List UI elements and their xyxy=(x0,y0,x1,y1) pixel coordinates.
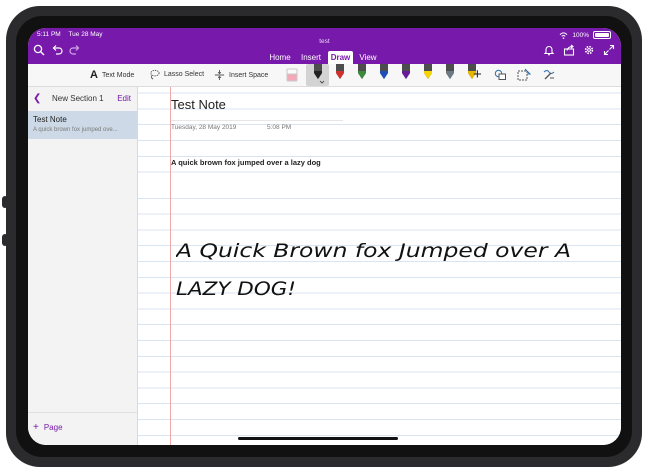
page-item-snippet: A quick brown fox jumped ove... xyxy=(33,127,118,133)
pen-blue-icon[interactable] xyxy=(377,64,391,84)
lasso-icon xyxy=(150,69,160,80)
text-mode-button[interactable]: A Text Mode xyxy=(90,69,134,81)
side-button xyxy=(2,196,8,208)
status-date: Tue 28 May xyxy=(68,31,103,38)
pen-red-icon[interactable] xyxy=(333,64,347,84)
insert-space-icon xyxy=(214,69,225,81)
add-page-label: Page xyxy=(43,423,63,432)
pen-purple-icon[interactable] xyxy=(399,64,413,84)
handwriting-line-2: LAZY DOG! xyxy=(176,278,296,300)
note-date: Tuesday, 28 May 2019 xyxy=(171,124,237,131)
eraser-icon[interactable] xyxy=(286,68,298,82)
page-list-item[interactable]: Test Note A quick brown fox jumped ove..… xyxy=(28,111,137,139)
home-indicator xyxy=(238,437,398,440)
pen-green-icon[interactable] xyxy=(355,64,369,84)
shapes-icon[interactable] xyxy=(494,69,507,81)
ink-to-shape-icon[interactable] xyxy=(517,68,531,82)
redo-icon[interactable] xyxy=(69,44,81,56)
side-button xyxy=(2,234,8,246)
note-time: 5:08 PM xyxy=(267,124,292,131)
status-time: 5:11 PM xyxy=(37,31,61,38)
sidebar-header: ❮ New Section 1 Edit xyxy=(28,87,137,111)
pages-sidebar: ❮ New Section 1 Edit Test Note A quick b… xyxy=(28,87,138,445)
status-bar-left: 5:11 PM Tue 28 May xyxy=(37,31,109,38)
ribbon-header: 5:11 PM Tue 28 May 100% test Home Insert… xyxy=(28,28,621,64)
tab-draw[interactable]: Draw xyxy=(328,51,353,64)
handwriting-ink[interactable]: A Quick Brown fox Jumped over A LAZY DOG… xyxy=(176,235,596,315)
pen-black-selected-icon[interactable] xyxy=(311,64,325,84)
note-canvas[interactable]: Test Note Tuesday, 28 May 2019 5:08 PM A… xyxy=(138,87,621,445)
text-mode-label: Text Mode xyxy=(101,71,135,79)
back-chevron-icon[interactable]: ❮ xyxy=(33,93,41,104)
ink-to-text-icon[interactable] xyxy=(542,68,556,81)
plus-icon: + xyxy=(33,422,39,433)
bell-icon[interactable] xyxy=(543,44,555,56)
section-name: New Section 1 xyxy=(52,94,104,103)
tab-insert[interactable]: Insert xyxy=(297,51,325,64)
draw-toolbar: A Text Mode Lasso Select Insert Space + xyxy=(28,64,621,87)
note-title[interactable]: Test Note xyxy=(171,97,226,112)
typed-text[interactable]: A quick brown fox jumped over a lazy dog xyxy=(171,158,321,167)
lasso-select-label: Lasso Select xyxy=(164,71,205,78)
share-icon[interactable] xyxy=(563,44,575,56)
sidebar-footer: + Page xyxy=(28,412,137,445)
tab-view[interactable]: View xyxy=(356,51,380,64)
document-title: test xyxy=(319,38,330,45)
search-icon[interactable] xyxy=(33,44,45,56)
highlighter-yellow-icon[interactable] xyxy=(421,64,435,84)
handwriting-line-1: A Quick Brown fox Jumped over A xyxy=(176,240,571,262)
undo-icon[interactable] xyxy=(51,44,63,56)
add-page-button[interactable]: + Page xyxy=(33,422,63,433)
insert-space-button[interactable]: Insert Space xyxy=(214,69,268,81)
insert-space-label: Insert Space xyxy=(229,71,269,79)
tab-home[interactable]: Home xyxy=(266,51,294,64)
title-underline xyxy=(171,120,343,121)
edit-button[interactable]: Edit xyxy=(117,94,131,103)
text-mode-icon: A xyxy=(90,69,98,81)
page-item-title: Test Note xyxy=(33,115,67,124)
lasso-select-button[interactable]: Lasso Select xyxy=(149,69,204,80)
gear-icon[interactable] xyxy=(583,44,595,56)
fullscreen-icon[interactable] xyxy=(603,44,615,56)
screen: 5:11 PM Tue 28 May 100% test Home Insert… xyxy=(28,28,621,445)
pen-gray-icon[interactable] xyxy=(443,64,457,84)
margin-line xyxy=(170,87,171,445)
add-pen-icon[interactable]: + xyxy=(473,66,482,83)
